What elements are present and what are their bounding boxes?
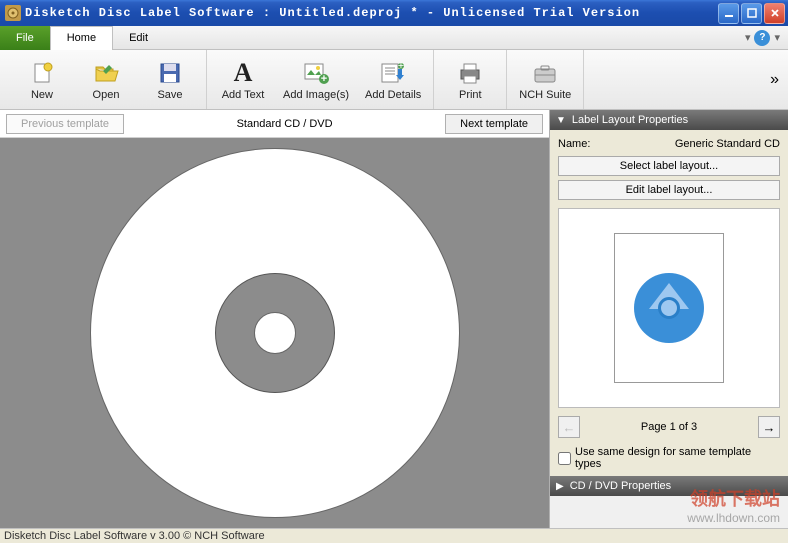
save-disk-icon (156, 59, 184, 87)
preview-disc-icon (634, 273, 704, 343)
app-icon (5, 5, 21, 21)
properties-panel: ▼ Label Layout Properties Name: Generic … (550, 110, 788, 528)
new-button[interactable]: New (10, 57, 74, 103)
details-icon: + (379, 59, 407, 87)
ribbon-overflow[interactable]: » (764, 71, 782, 89)
chevron-down-icon: ▼ (556, 115, 566, 126)
close-button[interactable] (764, 3, 785, 24)
new-document-icon (28, 59, 56, 87)
help-menu-dropdown[interactable]: ▾ (774, 31, 780, 44)
home-tab[interactable]: Home (50, 26, 113, 50)
template-name-label: Standard CD / DVD (130, 118, 439, 130)
text-icon: A (229, 59, 257, 87)
disc-hub (215, 273, 335, 393)
preview-page (614, 233, 724, 383)
printer-icon (456, 59, 484, 87)
print-button[interactable]: Print (438, 57, 502, 103)
preview-next-button[interactable]: → (758, 416, 780, 438)
add-text-button[interactable]: A Add Text (211, 57, 275, 103)
label-layout-section-body: Name: Generic Standard CD Select label l… (550, 130, 788, 476)
preview-prev-button[interactable]: ← (558, 416, 580, 438)
status-text: Disketch Disc Label Software v 3.00 © NC… (4, 530, 265, 542)
add-images-button[interactable]: + Add Image(s) (275, 57, 357, 103)
help-dropdown[interactable]: ▾ (745, 31, 751, 44)
design-canvas[interactable] (0, 138, 549, 528)
nch-suite-button[interactable]: NCH Suite (511, 57, 579, 103)
chevron-right-icon: ▶ (556, 481, 564, 492)
minimize-button[interactable] (718, 3, 739, 24)
disc-hole (254, 312, 296, 354)
maximize-button[interactable] (741, 3, 762, 24)
next-template-button[interactable]: Next template (445, 114, 543, 134)
save-button[interactable]: Save (138, 57, 202, 103)
svg-text:+: + (398, 61, 404, 72)
briefcase-icon (531, 59, 559, 87)
open-folder-icon (92, 59, 120, 87)
same-design-checkbox-row[interactable]: Use same design for same template types (558, 446, 780, 470)
select-label-layout-button[interactable]: Select label layout... (558, 156, 780, 176)
page-indicator: Page 1 of 3 (641, 421, 697, 433)
file-menu[interactable]: File (0, 26, 50, 50)
name-label: Name: (558, 138, 590, 150)
window-controls (718, 3, 785, 24)
canvas-panel: Previous template Standard CD / DVD Next… (0, 110, 550, 528)
status-bar: Disketch Disc Label Software v 3.00 © NC… (0, 528, 788, 542)
menu-strip: File Home Edit ▾ ? ▾ (0, 26, 788, 50)
help-icon[interactable]: ? (754, 30, 770, 46)
svg-text:+: + (321, 73, 327, 85)
ribbon-toolbar: New Open Save A Add Text + Add Image(s) … (0, 50, 788, 110)
open-button[interactable]: Open (74, 57, 138, 103)
layout-preview (558, 208, 780, 408)
same-design-checkbox[interactable] (558, 452, 571, 465)
image-icon: + (302, 59, 330, 87)
disc-label-surface[interactable] (90, 148, 460, 518)
title-bar: Disketch Disc Label Software : Untitled.… (0, 0, 788, 26)
cd-dvd-section-header[interactable]: ▶ CD / DVD Properties (550, 476, 788, 496)
layout-name-value: Generic Standard CD (675, 138, 780, 150)
edit-tab[interactable]: Edit (113, 26, 164, 50)
label-layout-section-header[interactable]: ▼ Label Layout Properties (550, 110, 788, 130)
window-title: Disketch Disc Label Software : Untitled.… (25, 6, 718, 20)
add-details-button[interactable]: + Add Details (357, 57, 429, 103)
edit-label-layout-button[interactable]: Edit label layout... (558, 180, 780, 200)
previous-template-button[interactable]: Previous template (6, 114, 124, 134)
